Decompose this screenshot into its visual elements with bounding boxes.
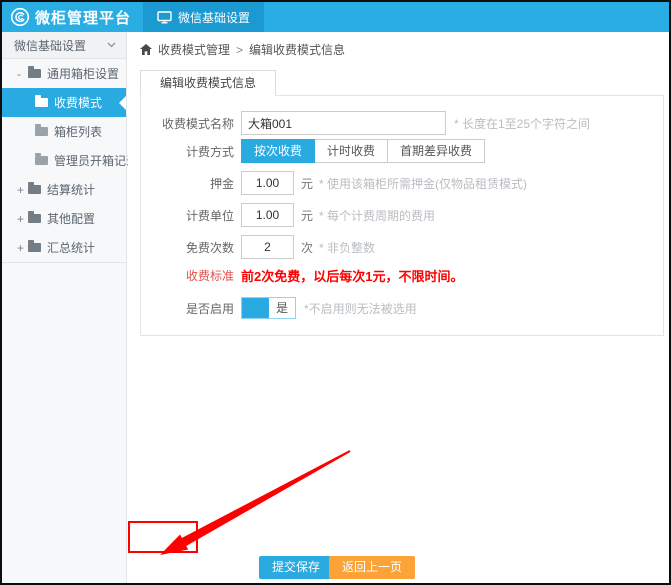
deposit-hint: * 使用该箱柜所需押金(仅物品租赁模式) — [319, 175, 527, 192]
breadcrumb-current: 编辑收费模式信息 — [249, 41, 345, 58]
sidebar-item-settlement-stats[interactable]: + 结算统计 — [2, 175, 126, 204]
form-row-free-times: 免费次数 次 * 非负整数 — [141, 235, 663, 259]
enabled-hint: *不启用则无法被选用 — [304, 300, 417, 317]
free-times-hint: * 非负整数 — [319, 239, 375, 256]
folder-icon — [28, 69, 41, 78]
billing-method-label: 计费方式 — [141, 143, 234, 160]
folder-icon — [28, 243, 41, 252]
enabled-toggle[interactable]: 是 — [241, 297, 296, 319]
fee-standard-label: 收费标准 — [141, 267, 234, 284]
folder-icon — [28, 214, 41, 223]
form-row-deposit: 押金 元 * 使用该箱柜所需押金(仅物品租赁模式) — [141, 171, 663, 195]
toggle-state-label: 是 — [269, 298, 295, 318]
sidebar-menu: - 通用箱柜设置 收费模式 箱柜列表 管理员开箱记录 + 结算统计 — [2, 59, 126, 263]
folder-icon — [35, 98, 48, 107]
sidebar-item-label: 通用箱柜设置 — [47, 65, 119, 82]
main-content: 收费模式管理 > 编辑收费模式信息 编辑收费模式信息 收费模式名称 * 长度在1… — [128, 32, 669, 583]
selected-item-notch — [119, 96, 126, 110]
sidebar-item-label: 其他配置 — [47, 210, 95, 227]
free-times-unit: 次 — [301, 239, 313, 256]
sidebar-item-label: 箱柜列表 — [54, 123, 102, 140]
expand-plus-icon: + — [17, 212, 28, 226]
billing-method-group: 按次收费 计时收费 首期差异收费 — [241, 139, 485, 163]
billing-unit-label: 计费单位 — [141, 207, 234, 224]
enabled-label: 是否启用 — [141, 300, 234, 317]
sidebar-item-fee-mode[interactable]: 收费模式 — [2, 88, 126, 117]
edit-fee-mode-panel: 收费模式名称 * 长度在1至25个字符之间 计费方式 按次收费 计时收费 首期差… — [140, 95, 664, 336]
fee-standard-text: 前2次免费，以后每次1元，不限时间。 — [241, 266, 463, 285]
monitor-icon — [157, 11, 172, 24]
free-times-input[interactable] — [241, 235, 294, 259]
app-window: 微柜管理平台 微信基础设置 微信基础设置 - 通用箱柜设置 — [0, 0, 671, 585]
submit-save-button[interactable]: 提交保存 — [259, 556, 333, 579]
billing-option-per-use[interactable]: 按次收费 — [241, 139, 315, 163]
top-header: 微柜管理平台 微信基础设置 — [2, 2, 669, 32]
collapse-minus-icon: - — [17, 67, 28, 81]
panel-tab-edit-fee-mode[interactable]: 编辑收费模式信息 — [140, 70, 276, 96]
back-button[interactable]: 返回上一页 — [329, 556, 415, 579]
sidebar-item-other-config[interactable]: + 其他配置 — [2, 204, 126, 233]
deposit-input[interactable] — [241, 171, 294, 195]
sidebar-item-general-locker-settings[interactable]: - 通用箱柜设置 — [2, 59, 126, 88]
expand-plus-icon: + — [17, 183, 28, 197]
breadcrumb-section[interactable]: 收费模式管理 — [158, 41, 230, 58]
platform-title: 微柜管理平台 — [35, 7, 131, 28]
header-tab-label: 微信基础设置 — [178, 9, 250, 26]
chevron-down-icon — [107, 42, 116, 48]
form-row-name: 收费模式名称 * 长度在1至25个字符之间 — [141, 111, 663, 135]
sidebar-item-label: 结算统计 — [47, 181, 95, 198]
sidebar-item-locker-list[interactable]: 箱柜列表 — [2, 117, 126, 146]
deposit-label: 押金 — [141, 175, 234, 192]
platform-logo-icon — [10, 7, 30, 27]
home-icon — [140, 44, 152, 55]
logo-area: 微柜管理平台 — [2, 2, 141, 32]
billing-option-first-period-diff[interactable]: 首期差异收费 — [388, 139, 485, 163]
sidebar-item-admin-open-records[interactable]: 管理员开箱记录 — [2, 146, 126, 175]
billing-unit-input[interactable] — [241, 203, 294, 227]
form-row-fee-standard: 收费标准 前2次免费，以后每次1元，不限时间。 — [141, 263, 663, 287]
billing-option-timed[interactable]: 计时收费 — [315, 139, 388, 163]
breadcrumb-separator: > — [236, 43, 243, 57]
form-row-billing-unit: 计费单位 元 * 每个计费周期的费用 — [141, 203, 663, 227]
sidebar-item-label: 管理员开箱记录 — [54, 152, 138, 169]
sidebar-item-summary-stats[interactable]: + 汇总统计 — [2, 233, 126, 262]
sidebar: 微信基础设置 - 通用箱柜设置 收费模式 箱柜列表 管理员开箱记录 — [2, 32, 127, 583]
deposit-unit: 元 — [301, 175, 313, 192]
sidebar-group-label: 微信基础设置 — [14, 37, 86, 54]
toggle-on-segment — [242, 298, 269, 318]
name-label: 收费模式名称 — [141, 115, 234, 132]
sidebar-group-wechat-settings[interactable]: 微信基础设置 — [2, 32, 126, 59]
expand-plus-icon: + — [17, 241, 28, 255]
sidebar-item-label: 收费模式 — [54, 94, 102, 111]
sidebar-item-label: 汇总统计 — [47, 239, 95, 256]
fee-mode-name-input[interactable] — [241, 111, 446, 135]
header-tab-wechat-settings[interactable]: 微信基础设置 — [143, 2, 264, 32]
folder-icon — [35, 127, 48, 136]
free-times-label: 免费次数 — [141, 239, 234, 256]
form-row-billing-method: 计费方式 按次收费 计时收费 首期差异收费 — [141, 139, 663, 163]
folder-icon — [28, 185, 41, 194]
breadcrumb: 收费模式管理 > 编辑收费模式信息 — [128, 32, 669, 58]
billing-unit-hint: * 每个计费周期的费用 — [319, 207, 435, 224]
billing-unit-unit: 元 — [301, 207, 313, 224]
form-row-enabled: 是否启用 是 *不启用则无法被选用 — [141, 296, 663, 320]
name-hint: * 长度在1至25个字符之间 — [454, 115, 590, 132]
folder-icon — [35, 156, 48, 165]
